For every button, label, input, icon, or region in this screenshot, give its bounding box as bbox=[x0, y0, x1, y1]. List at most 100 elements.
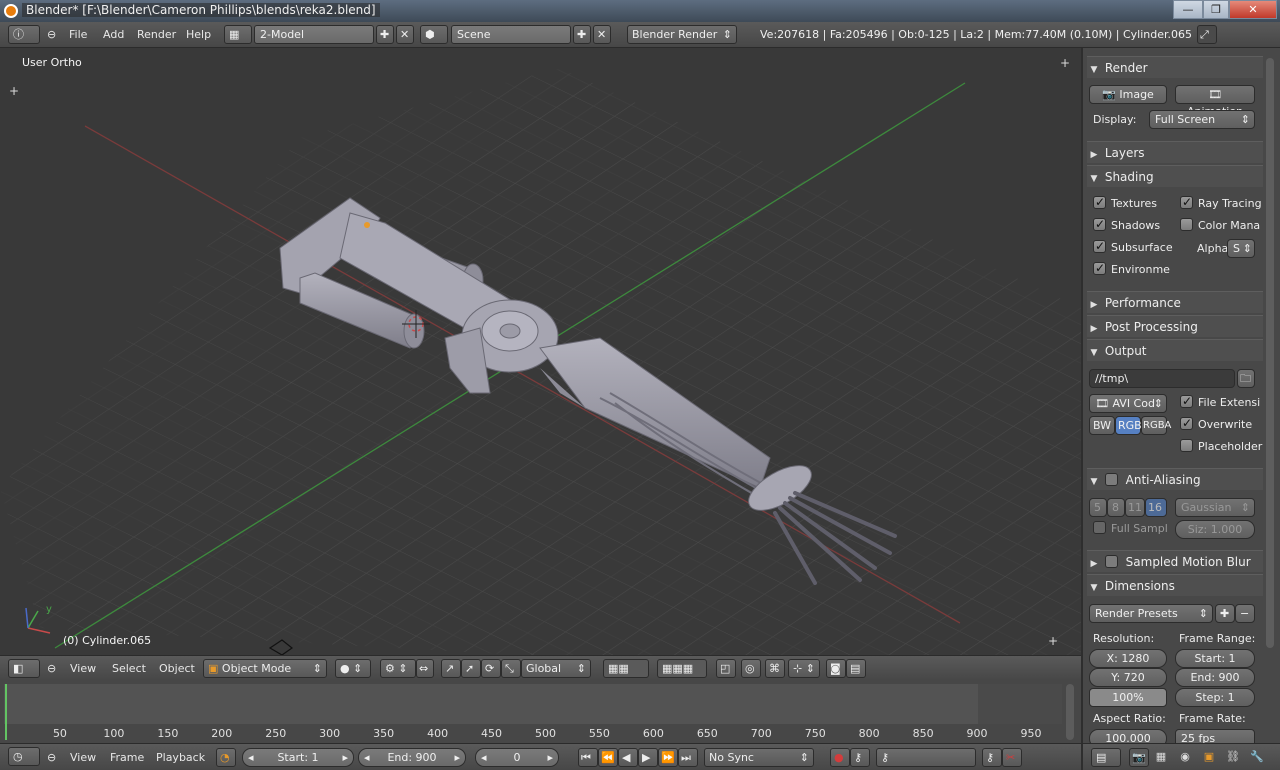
manipulator-icon[interactable]: ↗ bbox=[441, 659, 461, 678]
aspect-x-field[interactable]: 100.000 bbox=[1089, 729, 1167, 743]
opengl-anim-icon[interactable]: ▤ bbox=[846, 659, 866, 678]
remove-scene-icon[interactable]: ✕ bbox=[593, 25, 611, 44]
insert-keyframe-icon[interactable]: ⚷ bbox=[982, 748, 1002, 767]
output-section-header[interactable]: ▼ Output bbox=[1087, 339, 1263, 361]
screen-layout-icon[interactable]: ▦ bbox=[224, 25, 252, 44]
end-frame-field[interactable]: ◂ End: 900 ▸ bbox=[358, 748, 466, 767]
layer-toggle-icon[interactable]: ⇔ bbox=[416, 659, 434, 678]
render-animation-button[interactable]: 🎞 Animation bbox=[1175, 85, 1255, 118]
play-icon[interactable]: ▶ bbox=[638, 748, 658, 767]
render-engine-dropdown[interactable]: Blender Render ⇕ bbox=[627, 25, 737, 44]
resolution-y-field[interactable]: Y: 720 bbox=[1089, 668, 1167, 687]
add-screen-icon[interactable]: ✚ bbox=[376, 25, 394, 44]
delete-keyframe-icon[interactable]: ✂ bbox=[1002, 748, 1022, 767]
motion-blur-checkbox[interactable] bbox=[1104, 555, 1118, 568]
toolshelf-plus-icon[interactable]: + bbox=[9, 85, 19, 97]
full-sample-checkbox[interactable]: Full Sampl bbox=[1093, 521, 1168, 537]
anti-aliasing-checkbox[interactable] bbox=[1104, 473, 1118, 486]
prev-keyframe-icon[interactable]: ⏪ bbox=[598, 748, 618, 767]
current-frame-field[interactable]: ◂ 0 ▸ bbox=[475, 748, 559, 767]
menu-select[interactable]: Select bbox=[112, 662, 146, 675]
alpha-dropdown[interactable]: S ⇕ bbox=[1227, 239, 1255, 258]
screen-layout-field[interactable]: 2-Model bbox=[254, 25, 374, 44]
aa-filter-size-field[interactable]: Siz: 1.000 bbox=[1175, 520, 1255, 539]
codec-dropdown[interactable]: 🎞 AVI Cod ⇕ bbox=[1089, 394, 1167, 413]
render-layers-tab-icon[interactable]: ▦ bbox=[1151, 748, 1171, 767]
menu-file[interactable]: File bbox=[69, 28, 87, 41]
object-mode-dropdown[interactable]: ▣ Object Mode ⇕ bbox=[203, 659, 327, 678]
timeline-scrollbar[interactable] bbox=[1066, 684, 1074, 740]
overwrite-checkbox[interactable]: Overwrite bbox=[1180, 415, 1252, 433]
editor-type-timeline-button[interactable]: ◷ ▴▾ bbox=[8, 747, 40, 770]
textures-checkbox[interactable]: Textures bbox=[1093, 194, 1157, 212]
jump-start-icon[interactable]: ⏮ bbox=[578, 748, 598, 767]
frame-rate-dropdown[interactable]: 25 fps bbox=[1175, 729, 1255, 743]
render-image-button[interactable]: 📷 Image bbox=[1089, 85, 1167, 104]
editor-type-3d-button[interactable]: ◧ ▴▾ bbox=[8, 659, 40, 692]
properties-plus-icon[interactable]: + bbox=[1060, 57, 1070, 69]
color-bw-button[interactable]: BW bbox=[1089, 416, 1115, 435]
aa-samples-8[interactable]: 8 bbox=[1107, 498, 1125, 517]
region-plus-icon[interactable]: + bbox=[1048, 635, 1058, 647]
keying-set-field[interactable]: ⚷ bbox=[876, 748, 976, 767]
close-button[interactable]: ✕ bbox=[1229, 0, 1277, 19]
preview-range-icon[interactable]: ◔ bbox=[216, 748, 236, 767]
minimize-button[interactable]: — bbox=[1173, 0, 1203, 19]
aa-filter-dropdown[interactable]: Gaussian ⇕ bbox=[1175, 498, 1255, 517]
resolution-percent-slider[interactable]: 100% bbox=[1089, 688, 1167, 707]
display-dropdown[interactable]: Full Screen ⇕ bbox=[1149, 110, 1255, 129]
add-preset-icon[interactable]: ✚ bbox=[1215, 604, 1235, 623]
anti-aliasing-section-header[interactable]: ▼ Anti-Aliasing bbox=[1087, 468, 1263, 490]
add-scene-icon[interactable]: ✚ bbox=[573, 25, 591, 44]
scene-field[interactable]: Scene bbox=[451, 25, 571, 44]
subsurface-checkbox[interactable]: Subsurface bbox=[1093, 238, 1173, 256]
timeline-area[interactable]: 50 100 150 200 250 300 350 400 450 500 550 600 650 70… bbox=[0, 680, 1081, 743]
editor-type-info-button[interactable]: ⓘ ▴▾ bbox=[8, 25, 40, 58]
aa-samples-16[interactable]: 16 bbox=[1145, 498, 1167, 517]
layers-grid-left[interactable]: ▦▦ bbox=[603, 659, 649, 678]
snap-toggle-icon[interactable]: ⌘ bbox=[765, 659, 785, 678]
modifiers-tab-wrench-icon[interactable]: 🔧 bbox=[1247, 748, 1267, 767]
translate-icon[interactable]: ➚ bbox=[461, 659, 481, 678]
remove-screen-icon[interactable]: ✕ bbox=[396, 25, 414, 44]
render-presets-dropdown[interactable]: Render Presets ⇕ bbox=[1089, 604, 1213, 623]
jump-end-icon[interactable]: ⏭ bbox=[678, 748, 698, 767]
frame-step-field[interactable]: Step: 1 bbox=[1175, 688, 1255, 707]
pivot-point-dropdown[interactable]: ⚙ ⇕ bbox=[380, 659, 416, 678]
transform-orientation-dropdown[interactable]: Global ⇕ bbox=[521, 659, 591, 678]
menu-view[interactable]: View bbox=[70, 751, 96, 764]
timeline-track[interactable] bbox=[4, 684, 1062, 724]
snap-element-dropdown[interactable]: ⊹ ⇕ bbox=[788, 659, 820, 678]
layers-section-header[interactable]: ▶ Layers bbox=[1087, 141, 1263, 163]
folder-browse-icon[interactable]: 🗀 bbox=[1237, 369, 1255, 388]
aa-samples-5[interactable]: 5 bbox=[1089, 498, 1107, 517]
keying-set-icon[interactable]: ⚷ bbox=[850, 748, 870, 767]
menu-render[interactable]: Render bbox=[137, 28, 176, 41]
constraints-tab-icon[interactable]: ⛓ bbox=[1223, 748, 1243, 767]
environment-checkbox[interactable]: Environme bbox=[1093, 260, 1170, 278]
dimensions-section-header[interactable]: ▼ Dimensions bbox=[1087, 574, 1263, 596]
motion-blur-section-header[interactable]: ▶ Sampled Motion Blur bbox=[1087, 550, 1263, 572]
sync-mode-dropdown[interactable]: No Sync ⇕ bbox=[704, 748, 814, 767]
scene-tab-icon[interactable]: ◉ bbox=[1175, 748, 1195, 767]
file-extensions-checkbox[interactable]: File Extensi bbox=[1180, 393, 1260, 411]
opengl-render-icon[interactable]: ◙ bbox=[826, 659, 846, 678]
color-rgb-button[interactable]: RGB bbox=[1115, 416, 1142, 435]
menu-add[interactable]: Add bbox=[103, 28, 124, 41]
collapse-menu-icon[interactable]: ⊖ bbox=[47, 751, 56, 764]
proportional-edit-icon[interactable]: ◎ bbox=[741, 659, 761, 678]
rotate-icon[interactable]: ⟳ bbox=[481, 659, 501, 678]
post-processing-section-header[interactable]: ▶ Post Processing bbox=[1087, 315, 1263, 337]
collapse-menu-icon[interactable]: ⊖ bbox=[47, 28, 56, 41]
menu-playback[interactable]: Playback bbox=[156, 751, 205, 764]
fullscreen-toggle-icon[interactable]: ⤢ bbox=[1197, 25, 1217, 44]
render-tab-camera-icon[interactable]: 📷 bbox=[1129, 748, 1149, 767]
output-path-input[interactable]: //tmp\ bbox=[1089, 369, 1235, 388]
lock-camera-icon[interactable]: ◰ bbox=[716, 659, 736, 678]
menu-object[interactable]: Object bbox=[159, 662, 195, 675]
aa-samples-11[interactable]: 11 bbox=[1125, 498, 1145, 517]
color-rgba-button[interactable]: RGBA bbox=[1141, 416, 1171, 435]
shading-section-header[interactable]: ▼ Shading bbox=[1087, 165, 1263, 187]
scale-icon[interactable]: ⤡ bbox=[501, 659, 521, 678]
remove-preset-icon[interactable]: − bbox=[1235, 604, 1255, 623]
